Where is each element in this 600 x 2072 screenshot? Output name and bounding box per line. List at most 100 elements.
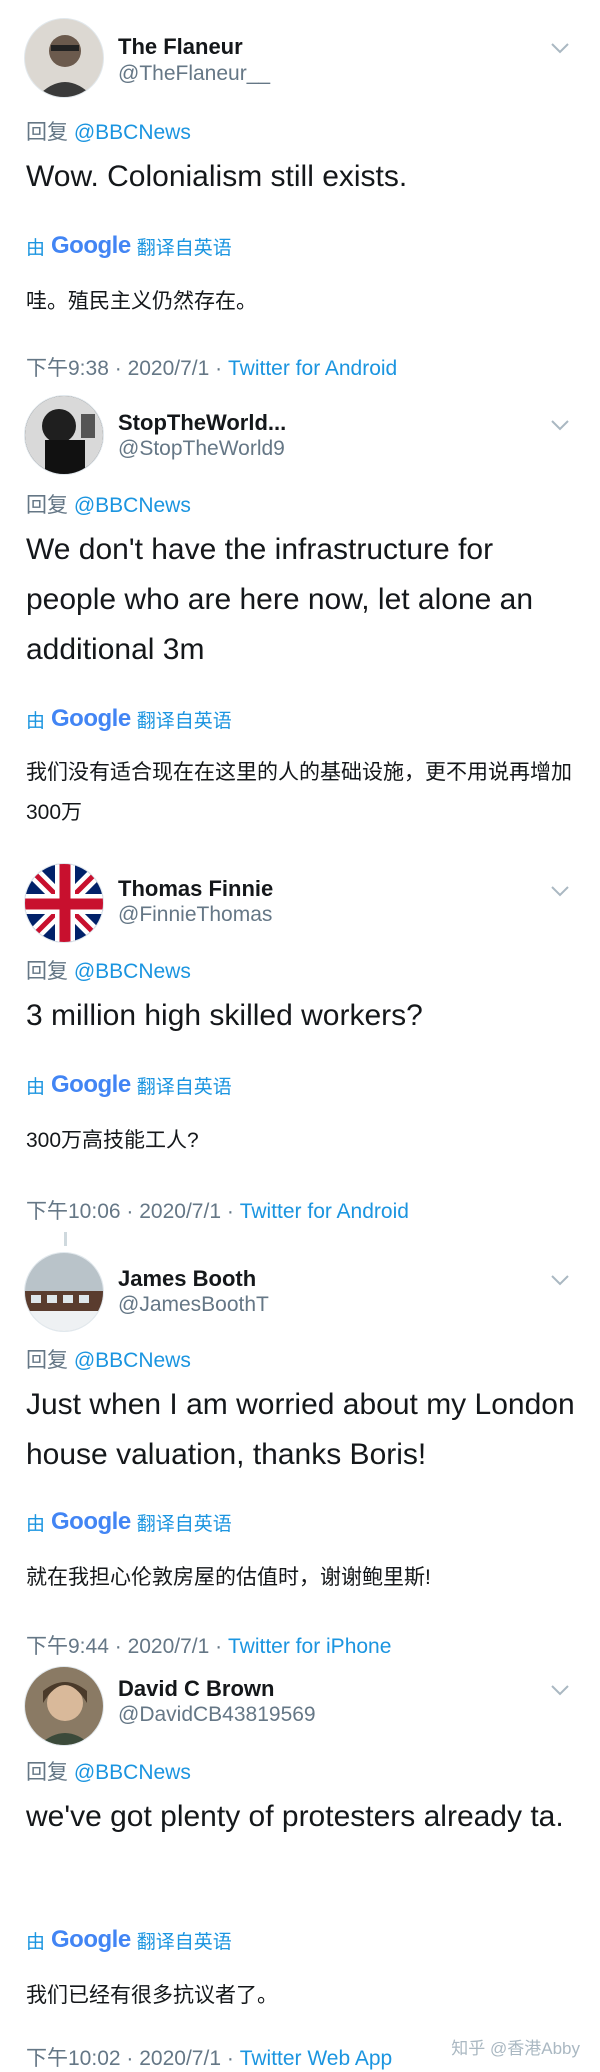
translated-by-prefix: 由 bbox=[26, 1931, 46, 1953]
author-name[interactable]: The Flaneur bbox=[118, 34, 243, 60]
reply-prefix: 回复 bbox=[26, 494, 68, 517]
chevron-down-icon[interactable] bbox=[548, 1678, 572, 1702]
tweet-card[interactable]: James Booth @JamesBoothT 回复 @BBCNews Jus… bbox=[0, 1240, 600, 1658]
author-name[interactable]: Thomas Finnie bbox=[118, 876, 273, 902]
meta-separator: · bbox=[126, 1200, 134, 1223]
reply-to-line: 回复 @BBCNews bbox=[26, 116, 191, 146]
translated-by-suffix: 翻译自英语 bbox=[136, 1931, 232, 1953]
meta-separator: · bbox=[215, 1635, 223, 1658]
author-handle[interactable]: @StopTheWorld9 bbox=[118, 437, 285, 461]
tweet-text: 3 million high skilled workers? bbox=[26, 999, 423, 1032]
reply-mention-link[interactable]: @BBCNews bbox=[74, 1349, 191, 1372]
tweet-time[interactable]: 下午9:44 bbox=[26, 1635, 109, 1658]
tweet-text: Just when I am worried about my London h… bbox=[26, 1388, 575, 1471]
tweet-meta: 下午9:38 · 2020/7/1 · Twitter for Android bbox=[26, 352, 397, 382]
watermark: 知乎 @香港Abby bbox=[451, 2039, 580, 2058]
tweet-text: we've got plenty of protesters already t… bbox=[26, 1800, 564, 1833]
meta-separator: · bbox=[114, 357, 122, 380]
tweet-card[interactable]: Thomas Finnie @FinnieThomas 回复 @BBCNews … bbox=[0, 855, 600, 1240]
avatar[interactable] bbox=[24, 395, 104, 475]
translated-by-suffix: 翻译自英语 bbox=[136, 1076, 232, 1098]
union-flag-avatar-icon bbox=[25, 864, 103, 942]
google-logo: Google bbox=[51, 1926, 131, 1953]
tweet-meta: 下午10:06 · 2020/7/1 · Twitter for Android bbox=[26, 1195, 409, 1225]
translated-by[interactable]: 由 Google 翻译自英语 bbox=[26, 1926, 232, 1954]
translated-by-suffix: 翻译自英语 bbox=[136, 710, 232, 732]
tweet-time[interactable]: 下午9:38 bbox=[26, 357, 109, 380]
tweet-source[interactable]: Twitter for Android bbox=[228, 357, 397, 380]
avatar[interactable] bbox=[24, 863, 104, 943]
tweet-text: We don't have the infrastructure for peo… bbox=[26, 533, 534, 666]
chevron-down-icon[interactable] bbox=[548, 879, 572, 903]
meta-separator: · bbox=[114, 1635, 122, 1658]
tweet-source[interactable]: Twitter Web App bbox=[240, 2047, 393, 2070]
tweet-meta: 下午10:02 · 2020/7/1 · Twitter Web App bbox=[26, 2042, 392, 2072]
tweet-meta: 下午9:44 · 2020/7/1 · Twitter for iPhone bbox=[26, 1630, 391, 1660]
translated-by-prefix: 由 bbox=[26, 1076, 46, 1098]
reply-prefix: 回复 bbox=[26, 1761, 68, 1784]
tweet-time[interactable]: 下午10:06 bbox=[26, 1200, 121, 1223]
avatar[interactable] bbox=[24, 18, 104, 98]
avatar[interactable] bbox=[24, 1666, 104, 1746]
translated-by[interactable]: 由 Google 翻译自英语 bbox=[26, 1071, 232, 1099]
reply-to-line: 回复 @BBCNews bbox=[26, 1756, 191, 1786]
translated-by-suffix: 翻译自英语 bbox=[136, 1513, 232, 1535]
reply-mention-link[interactable]: @BBCNews bbox=[74, 1761, 191, 1784]
translated-by[interactable]: 由 Google 翻译自英语 bbox=[26, 1508, 232, 1536]
google-logo: Google bbox=[51, 232, 131, 259]
tweet-date[interactable]: 2020/7/1 bbox=[128, 1635, 210, 1658]
tweet-time[interactable]: 下午10:02 bbox=[26, 2047, 121, 2070]
meta-separator: · bbox=[226, 1200, 234, 1223]
tweet-date[interactable]: 2020/7/1 bbox=[139, 1200, 221, 1223]
google-logo: Google bbox=[51, 1508, 131, 1535]
reply-mention-link[interactable]: @BBCNews bbox=[74, 494, 191, 517]
author-handle[interactable]: @JamesBoothT bbox=[118, 1293, 269, 1317]
tweet-translation: 就在我担心伦敦房屋的估值时，谢谢鲍里斯! bbox=[26, 1566, 431, 1589]
tweet-card[interactable]: David C Brown @DavidCB43819569 回复 @BBCNe… bbox=[0, 1660, 600, 2072]
avatar-photo-icon bbox=[25, 1667, 103, 1745]
translated-by-prefix: 由 bbox=[26, 237, 46, 259]
meta-separator: · bbox=[215, 357, 223, 380]
tweet-text: Wow. Colonialism still exists. bbox=[26, 160, 408, 193]
avatar-photo-icon bbox=[25, 19, 103, 97]
tweet-translation: 我们没有适合现在在这里的人的基础设施，更不用说再增加300万 bbox=[26, 761, 572, 824]
tweet-source[interactable]: Twitter for Android bbox=[240, 1200, 409, 1223]
reply-to-line: 回复 @BBCNews bbox=[26, 1344, 191, 1374]
google-logo: Google bbox=[51, 1071, 131, 1098]
avatar-photo-icon bbox=[25, 396, 103, 474]
author-handle[interactable]: @DavidCB43819569 bbox=[118, 1703, 316, 1727]
reply-mention-link[interactable]: @BBCNews bbox=[74, 121, 191, 144]
meta-separator: · bbox=[226, 2047, 234, 2070]
translated-by-suffix: 翻译自英语 bbox=[136, 237, 232, 259]
tweet-date[interactable]: 2020/7/1 bbox=[139, 2047, 221, 2070]
tweet-card[interactable]: The Flaneur @TheFlaneur__ 回复 @BBCNews Wo… bbox=[0, 0, 600, 385]
reply-to-line: 回复 @BBCNews bbox=[26, 955, 191, 985]
translated-by-prefix: 由 bbox=[26, 1513, 46, 1535]
author-name[interactable]: James Booth bbox=[118, 1266, 256, 1292]
translated-by[interactable]: 由 Google 翻译自英语 bbox=[26, 705, 232, 733]
chevron-down-icon[interactable] bbox=[548, 413, 572, 437]
translated-by[interactable]: 由 Google 翻译自英语 bbox=[26, 232, 232, 260]
tweet-source[interactable]: Twitter for iPhone bbox=[228, 1635, 391, 1658]
avatar-photo-icon bbox=[25, 1253, 103, 1331]
reply-prefix: 回复 bbox=[26, 121, 68, 144]
tweet-translation: 我们已经有很多抗议者了。 bbox=[26, 1984, 278, 2007]
chevron-down-icon[interactable] bbox=[548, 36, 572, 60]
translated-by-prefix: 由 bbox=[26, 710, 46, 732]
reply-to-line: 回复 @BBCNews bbox=[26, 489, 191, 519]
tweet-translation: 哇。殖民主义仍然存在。 bbox=[26, 290, 257, 313]
author-name[interactable]: David C Brown bbox=[118, 1676, 274, 1702]
reply-prefix: 回复 bbox=[26, 1349, 68, 1372]
author-handle[interactable]: @FinnieThomas bbox=[118, 903, 272, 927]
reply-mention-link[interactable]: @BBCNews bbox=[74, 960, 191, 983]
google-logo: Google bbox=[51, 705, 131, 732]
tweet-card[interactable]: StopTheWorld... @StopTheWorld9 回复 @BBCNe… bbox=[0, 385, 600, 855]
reply-prefix: 回复 bbox=[26, 960, 68, 983]
avatar[interactable] bbox=[24, 1252, 104, 1332]
author-handle[interactable]: @TheFlaneur__ bbox=[118, 62, 270, 86]
tweet-date[interactable]: 2020/7/1 bbox=[128, 357, 210, 380]
chevron-down-icon[interactable] bbox=[548, 1268, 572, 1292]
author-name[interactable]: StopTheWorld... bbox=[118, 410, 286, 436]
tweet-translation: 300万高技能工人? bbox=[26, 1129, 199, 1152]
meta-separator: · bbox=[126, 2047, 134, 2070]
